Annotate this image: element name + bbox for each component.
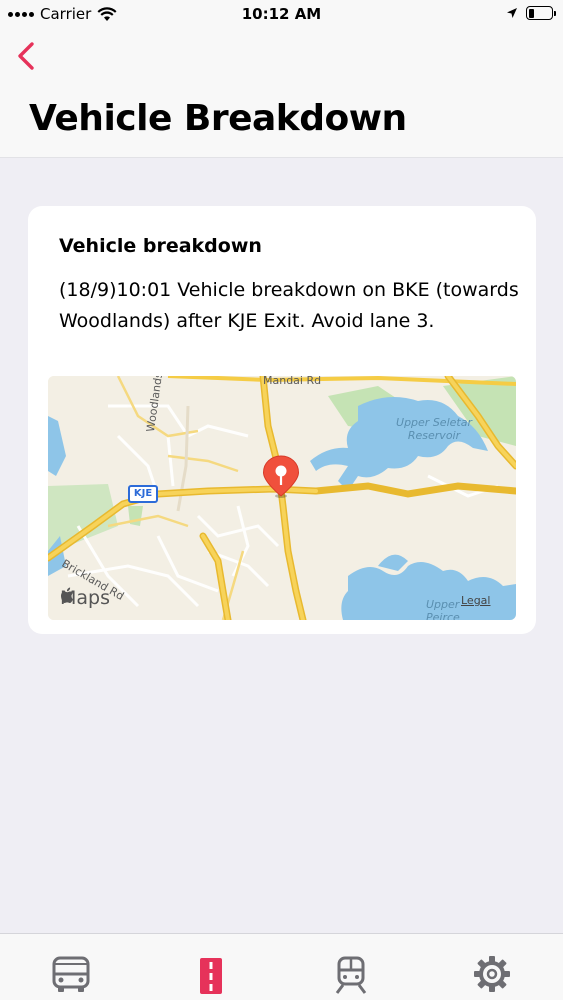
location-arrow-icon: [507, 8, 517, 18]
tab-bus[interactable]: [51, 954, 91, 994]
apple-maps-logo: Maps: [60, 587, 110, 609]
status-right: [506, 6, 556, 20]
chevron-left-icon: [18, 42, 34, 70]
map-graphic: [48, 376, 516, 620]
road-icon: [200, 958, 222, 994]
tab-settings[interactable]: [472, 954, 512, 994]
train-icon: [335, 956, 367, 994]
map-label-mandai: Mandai Rd: [263, 376, 322, 387]
legal-link[interactable]: Legal: [461, 594, 490, 607]
tab-train[interactable]: [331, 954, 371, 994]
bus-icon: [52, 956, 90, 992]
gear-icon: [474, 956, 510, 992]
map-label-reservoir: Upper Seletar Reservoir: [396, 416, 472, 442]
tab-bar: [0, 933, 563, 1000]
kje-badge: KJE: [128, 485, 158, 503]
map-pin-icon[interactable]: [261, 454, 301, 498]
incident-message: (18/9)10:01 Vehicle breakdown on BKE (to…: [59, 279, 519, 332]
page-title: Vehicle Breakdown: [29, 98, 407, 139]
back-button[interactable]: [14, 40, 42, 74]
incident-card: Vehicle breakdown (18/9)10:01 Vehicle br…: [28, 206, 536, 634]
battery-icon: [526, 6, 556, 20]
status-time: 10:12 AM: [241, 5, 322, 23]
apple-icon: [61, 587, 73, 603]
nav-header: Vehicle Breakdown: [0, 30, 563, 158]
status-bar: Carrier 10:12 AM: [0, 0, 563, 30]
incident-map[interactable]: Mandai Rd Woodlands Rd Upper Seletar Res…: [48, 376, 516, 620]
incident-title: Vehicle breakdown: [59, 235, 262, 257]
tab-road[interactable]: [191, 954, 231, 994]
